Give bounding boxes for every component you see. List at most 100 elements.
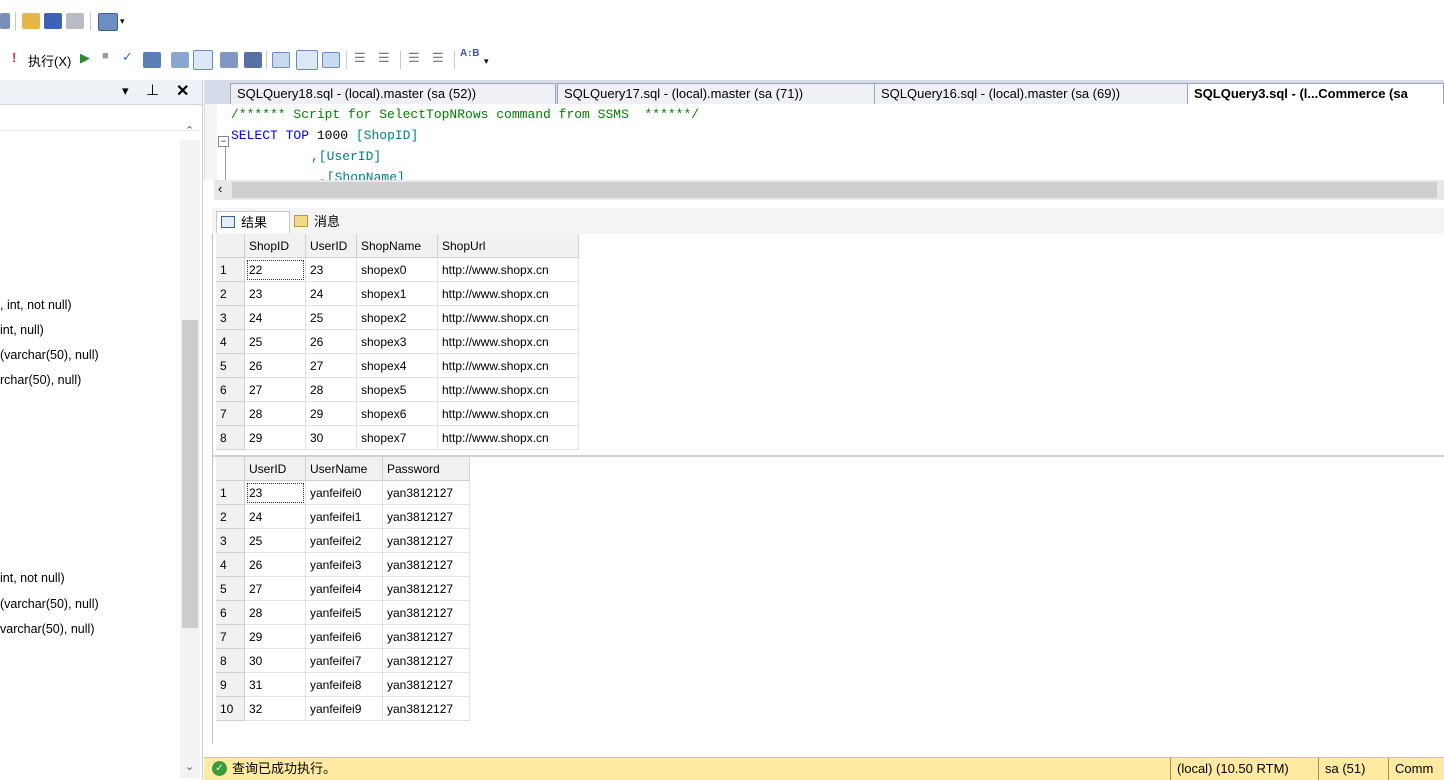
column-header[interactable]: UserID bbox=[305, 234, 357, 258]
table-cell[interactable]: http://www.shopx.cn bbox=[437, 425, 579, 450]
tab-sqlquery17[interactable]: SQLQuery17.sql - (local).master (sa (71)… bbox=[557, 83, 875, 104]
scrollbar-thumb[interactable] bbox=[232, 182, 1437, 198]
tree-node-column[interactable]: varchar(50), null) bbox=[0, 622, 94, 636]
table-cell[interactable]: http://www.shopx.cn bbox=[437, 305, 579, 330]
table-cell[interactable]: 25 bbox=[244, 329, 306, 354]
table-cell[interactable]: 31 bbox=[244, 672, 306, 697]
table-cell[interactable]: yanfeifei5 bbox=[305, 600, 383, 625]
table-row[interactable]: 3 24 25 shopex2 http://www.shopx.cn bbox=[216, 305, 579, 330]
row-number[interactable]: 6 bbox=[216, 377, 245, 402]
client-stats-icon[interactable] bbox=[244, 52, 262, 68]
tab-sqlquery18[interactable]: SQLQuery18.sql - (local).master (sa (52)… bbox=[230, 83, 556, 104]
row-number[interactable]: 5 bbox=[216, 576, 245, 601]
table-cell[interactable]: shopex6 bbox=[356, 401, 438, 426]
table-cell[interactable]: 24 bbox=[244, 305, 306, 330]
column-header[interactable]: UserID bbox=[244, 457, 306, 481]
table-cell[interactable]: yanfeifei9 bbox=[305, 696, 383, 721]
save-icon[interactable] bbox=[44, 13, 62, 29]
new-file-icon[interactable] bbox=[0, 13, 10, 29]
table-cell[interactable]: 23 bbox=[244, 281, 306, 306]
table-cell[interactable]: 29 bbox=[305, 401, 357, 426]
scroll-up-icon[interactable]: ⌃ bbox=[185, 124, 194, 137]
table-cell[interactable]: yan3812127 bbox=[382, 528, 470, 553]
table-row[interactable]: 9 31 yanfeifei8 yan3812127 bbox=[216, 672, 470, 697]
table-cell[interactable]: yanfeifei1 bbox=[305, 504, 383, 529]
table-row[interactable]: 1 22 23 shopex0 http://www.shopx.cn bbox=[216, 257, 579, 282]
row-number[interactable]: 6 bbox=[216, 600, 245, 625]
table-cell[interactable]: 22 bbox=[244, 257, 306, 282]
table-row[interactable]: 2 24 yanfeifei1 yan3812127 bbox=[216, 504, 470, 529]
table-cell[interactable]: yan3812127 bbox=[382, 672, 470, 697]
column-header[interactable]: ShopName bbox=[356, 234, 438, 258]
row-number[interactable]: 10 bbox=[216, 696, 245, 721]
row-number[interactable]: 4 bbox=[216, 552, 245, 577]
execute-button[interactable]: 执行(X) bbox=[28, 51, 71, 70]
table-row[interactable]: 6 28 yanfeifei5 yan3812127 bbox=[216, 600, 470, 625]
row-number[interactable]: 3 bbox=[216, 528, 245, 553]
grid-corner[interactable] bbox=[216, 457, 245, 481]
table-row[interactable]: 4 26 yanfeifei3 yan3812127 bbox=[216, 552, 470, 577]
column-header[interactable]: ShopID bbox=[244, 234, 306, 258]
row-number[interactable]: 1 bbox=[216, 480, 245, 505]
table-cell[interactable]: yanfeifei8 bbox=[305, 672, 383, 697]
row-number[interactable]: 9 bbox=[216, 672, 245, 697]
table-cell[interactable]: 23 bbox=[305, 257, 357, 282]
row-number[interactable]: 4 bbox=[216, 329, 245, 354]
table-cell[interactable]: shopex4 bbox=[356, 353, 438, 378]
query-editor[interactable]: /****** Script for SelectTopNRows comman… bbox=[204, 104, 1444, 180]
row-number[interactable]: 3 bbox=[216, 305, 245, 330]
uncomment-icon[interactable]: ☰ bbox=[378, 50, 390, 66]
row-number[interactable]: 2 bbox=[216, 281, 245, 306]
table-row[interactable]: 7 28 29 shopex6 http://www.shopx.cn bbox=[216, 401, 579, 426]
scroll-down-icon[interactable]: ⌄ bbox=[185, 760, 194, 773]
table-cell[interactable]: 25 bbox=[244, 528, 306, 553]
table-row[interactable]: 10 32 yanfeifei9 yan3812127 bbox=[216, 696, 470, 721]
table-cell[interactable]: yan3812127 bbox=[382, 600, 470, 625]
table-cell[interactable]: yanfeifei3 bbox=[305, 552, 383, 577]
row-number[interactable]: 8 bbox=[216, 425, 245, 450]
grid-corner[interactable] bbox=[216, 234, 245, 258]
row-number[interactable]: 8 bbox=[216, 648, 245, 673]
results-to-grid-icon[interactable] bbox=[296, 50, 318, 70]
table-cell[interactable]: 26 bbox=[244, 552, 306, 577]
toolbar-overflow-icon[interactable]: ▾ bbox=[484, 56, 489, 67]
panel-menu-icon[interactable]: ▾ bbox=[122, 83, 129, 99]
table-cell[interactable]: yan3812127 bbox=[382, 696, 470, 721]
tab-messages[interactable]: 消息 bbox=[290, 211, 360, 233]
table-cell[interactable]: yan3812127 bbox=[382, 576, 470, 601]
table-row[interactable]: 5 26 27 shopex4 http://www.shopx.cn bbox=[216, 353, 579, 378]
table-cell[interactable]: yan3812127 bbox=[382, 624, 470, 649]
column-header[interactable]: Password bbox=[382, 457, 470, 481]
table-cell[interactable]: yan3812127 bbox=[382, 648, 470, 673]
execute-icon[interactable]: ! bbox=[12, 50, 16, 65]
table-row[interactable]: 3 25 yanfeifei2 yan3812127 bbox=[216, 528, 470, 553]
specify-values-icon[interactable] bbox=[193, 50, 213, 70]
table-cell[interactable]: shopex2 bbox=[356, 305, 438, 330]
table-cell[interactable]: http://www.shopx.cn bbox=[437, 377, 579, 402]
tab-sqlquery16[interactable]: SQLQuery16.sql - (local).master (sa (69)… bbox=[874, 83, 1188, 104]
tree-node-column[interactable]: int, not null) bbox=[0, 571, 65, 585]
include-plan-icon[interactable] bbox=[220, 52, 238, 68]
tree-node-column[interactable]: int, null) bbox=[0, 323, 44, 337]
parse-icon[interactable]: ✓ bbox=[122, 49, 133, 65]
table-cell[interactable]: 24 bbox=[305, 281, 357, 306]
table-cell[interactable]: 32 bbox=[244, 696, 306, 721]
table-cell[interactable]: 29 bbox=[244, 624, 306, 649]
query-designer-icon[interactable] bbox=[171, 52, 189, 68]
table-row[interactable]: 8 30 yanfeifei7 yan3812127 bbox=[216, 648, 470, 673]
table-cell[interactable]: http://www.shopx.cn bbox=[437, 401, 579, 426]
scroll-left-icon[interactable]: ‹ bbox=[218, 181, 222, 196]
display-plan-icon[interactable] bbox=[143, 52, 161, 68]
table-cell[interactable]: 24 bbox=[244, 504, 306, 529]
table-row[interactable]: 5 27 yanfeifei4 yan3812127 bbox=[216, 576, 470, 601]
table-cell[interactable]: 29 bbox=[244, 425, 306, 450]
row-number[interactable]: 1 bbox=[216, 257, 245, 282]
table-cell[interactable]: shopex1 bbox=[356, 281, 438, 306]
table-cell[interactable]: http://www.shopx.cn bbox=[437, 353, 579, 378]
debug-icon[interactable]: ▶ bbox=[80, 50, 90, 66]
table-cell[interactable]: shopex3 bbox=[356, 329, 438, 354]
table-cell[interactable]: 27 bbox=[244, 377, 306, 402]
table-cell[interactable]: shopex5 bbox=[356, 377, 438, 402]
open-file-icon[interactable] bbox=[22, 13, 40, 29]
table-cell[interactable]: 26 bbox=[244, 353, 306, 378]
